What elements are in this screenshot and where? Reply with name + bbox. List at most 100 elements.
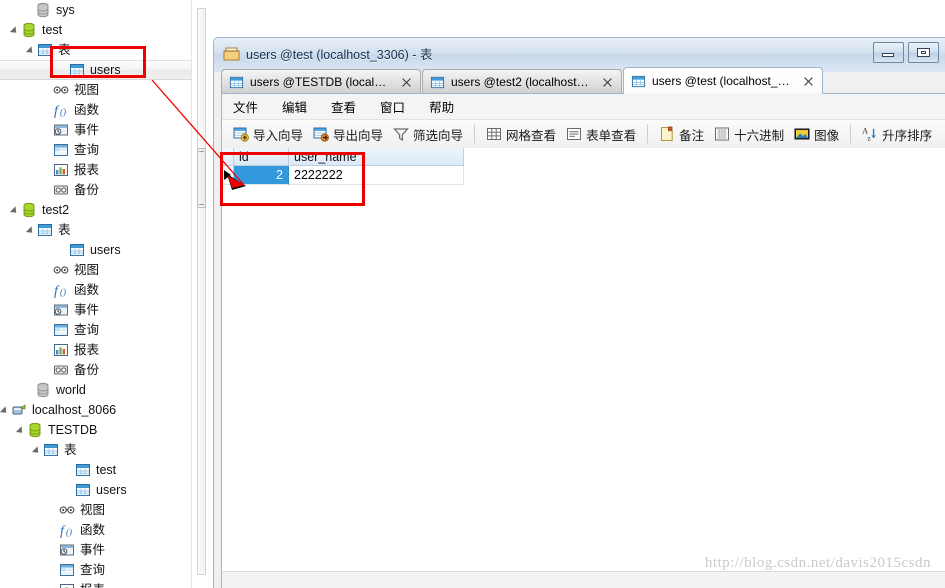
database-grey-icon [35,2,51,18]
tree-node-函数[interactable]: f() 函数 [0,100,191,120]
filter-wizard-icon [393,126,409,142]
tree-node-查询[interactable]: 查询 [0,320,191,340]
toolbar-button-8[interactable]: Az 升序排序 [857,122,937,146]
tree-node-函数[interactable]: f() 函数 [0,280,191,300]
toolbar-button-3[interactable]: 网格查看 [481,122,561,146]
tree-node-备份[interactable]: 备份 [0,360,191,380]
tree-node-test[interactable]: test [0,20,191,40]
tree-node-事件[interactable]: 事件 [0,120,191,140]
menu-bar[interactable]: 文件 编辑 查看 窗口 帮助 [222,94,945,120]
tree-node-报表[interactable]: 报表 [0,340,191,360]
toolbar-button-label: 导出向导 [333,128,384,143]
tree-node-label: users [90,63,121,77]
tree-node-sys[interactable]: sys [0,0,191,20]
tree-node-test2[interactable]: test2 [0,200,191,220]
chevron-down-icon[interactable] [10,25,21,36]
grid-header-row: id user_name [222,148,464,166]
chevron-down-icon[interactable] [26,225,37,236]
tree-node-test[interactable]: test [0,460,191,480]
toolbar-button-5[interactable]: 备注 [654,122,709,146]
tree-node-查询[interactable]: 查询 [0,560,191,580]
cell-user_name[interactable]: 2222222 [289,166,464,185]
toolbar-button-6[interactable]: 十六进制 [709,122,789,146]
close-icon[interactable] [601,76,614,89]
tree-node-视图[interactable]: 视图 [0,500,191,520]
tree-node-label: 事件 [80,543,106,557]
table-icon [631,74,646,89]
table-pane: 文件 编辑 查看 窗口 帮助 导入向导 导出向导 筛选向导 网格查看 表单查看 备注 十六进制 图像 A… [221,93,945,588]
event-icon [59,542,75,558]
chevron-down-icon[interactable] [16,425,27,436]
tree-node-label: test [96,463,117,477]
grid-header-user_name[interactable]: user_name [289,148,464,166]
sidebar-splitter[interactable] [191,0,209,588]
tree-node-报表[interactable]: 报表 [0,580,191,588]
chevron-down-icon[interactable] [10,205,21,216]
splitter-track[interactable] [197,8,206,575]
window-titlebar[interactable]: users @test (localhost_3306) - 表 [214,38,945,68]
event-icon [53,122,69,138]
chevron-down-icon[interactable] [32,445,43,456]
document-tab-strip[interactable]: users @TESTDB (localho... users @test2 (l… [221,67,945,94]
table-folder-icon [37,222,53,238]
backup-icon [53,182,69,198]
tree-node-users[interactable]: users [0,240,191,260]
tree-node-表[interactable]: 表 [0,40,191,60]
tree-node-查询[interactable]: 查询 [0,140,191,160]
svg-text:(): () [60,287,66,297]
tree-node-world[interactable]: world [0,380,191,400]
tree-node-表[interactable]: 表 [0,220,191,240]
toolbar-button-1[interactable]: 导出向导 [308,122,388,146]
tree-node-users[interactable]: users [0,480,191,500]
menu-item-4[interactable]: 帮助 [429,94,467,119]
database-grey-icon [35,382,51,398]
window-title: users @test (localhost_3306) - 表 [246,47,433,62]
cell-id[interactable]: 2 [234,166,289,185]
close-icon[interactable] [400,76,413,89]
toolbar-button-2[interactable]: 筛选向导 [388,122,468,146]
document-tab[interactable]: users @TESTDB (localho... [221,69,421,94]
tree-node-函数[interactable]: f() 函数 [0,520,191,540]
document-tab-active[interactable]: users @test (localhost_3... [623,67,823,94]
table-row[interactable]: 2 2222222 [222,166,464,185]
window-controls[interactable] [873,42,939,63]
grid-header-id[interactable]: id [234,148,289,166]
document-tab[interactable]: users @test2 (localhost_... [422,69,622,94]
menu-item-1[interactable]: 编辑 [282,94,320,119]
tree-node-localhost_8066[interactable]: localhost_8066 [0,400,191,420]
data-grid[interactable]: id user_name 2 2222222 [222,148,464,185]
menu-item-0[interactable]: 文件 [233,94,271,119]
tree-node-label: 事件 [74,123,100,137]
close-icon[interactable] [802,75,815,88]
tool-bar[interactable]: 导入向导 导出向导 筛选向导 网格查看 表单查看 备注 十六进制 图像 Az 升序排序 [222,120,945,149]
restore-button[interactable] [908,42,939,63]
tree-node-表[interactable]: 表 [0,440,191,460]
database-tree[interactable]: sys test 表 users 视图 f() 函数 事件 查询 报表 备份 test2 表 users 视… [0,0,191,588]
toolbar-button-4[interactable]: 表单查看 [561,122,641,146]
menu-item-2[interactable]: 查看 [331,94,369,119]
data-grid-area[interactable]: id user_name 2 2222222 [222,148,945,571]
chevron-down-icon[interactable] [26,45,37,56]
minimize-button[interactable] [873,42,904,63]
tree-node-备份[interactable]: 备份 [0,180,191,200]
tree-node-事件[interactable]: 事件 [0,540,191,560]
table-icon [75,462,91,478]
tree-node-视图[interactable]: 视图 [0,260,191,280]
tree-node-label: 视图 [74,263,100,277]
toolbar-button-7[interactable]: 图像 [789,122,844,146]
toolbar-button-label: 表单查看 [586,128,637,143]
menu-item-3[interactable]: 窗口 [380,94,418,119]
splitter-grip[interactable] [197,148,206,208]
tree-node-TESTDB[interactable]: TESTDB [0,420,191,440]
tree-node-label: users [96,483,127,497]
chevron-down-icon[interactable] [0,405,11,416]
tree-node-视图[interactable]: 视图 [0,80,191,100]
tree-node-报表[interactable]: 报表 [0,160,191,180]
tree-node-事件[interactable]: 事件 [0,300,191,320]
tree-node-users[interactable]: users [0,60,191,80]
tree-node-label: 备份 [74,183,100,197]
toolbar-button-0[interactable]: 导入向导 [228,122,308,146]
tree-node-label: 表 [58,43,71,57]
object-tree-sidebar[interactable]: sys test 表 users 视图 f() 函数 事件 查询 报表 备份 test2 表 users 视… [0,0,191,588]
